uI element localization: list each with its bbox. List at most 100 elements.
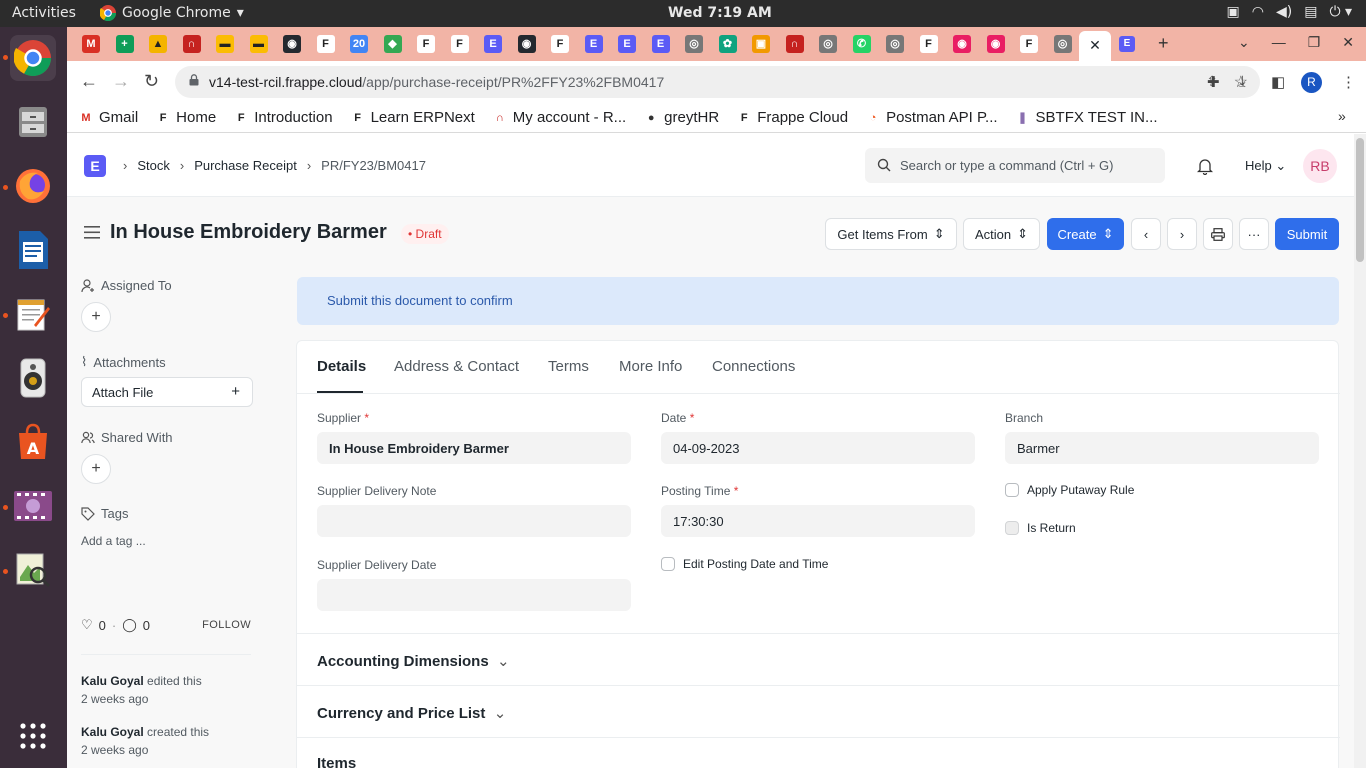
- tab-favicon[interactable]: F: [1020, 35, 1038, 53]
- heart-icon[interactable]: ♡: [81, 617, 93, 633]
- reload-icon[interactable]: ↻: [144, 71, 159, 92]
- bookmark-item[interactable]: ◔ Postman API P...: [866, 109, 998, 126]
- dock-video[interactable]: [10, 483, 56, 529]
- tab-favicon[interactable]: M: [82, 35, 100, 53]
- tab-favicon[interactable]: F: [919, 35, 938, 53]
- download-icon[interactable]: ⤓: [1239, 73, 1246, 90]
- tab-favicon[interactable]: E: [1119, 36, 1135, 52]
- supplier-field[interactable]: In House Embroidery Barmer: [317, 432, 631, 464]
- create-button[interactable]: Create ⇕: [1047, 218, 1124, 250]
- tab-search-icon[interactable]: ⌄: [1238, 34, 1250, 51]
- back-icon[interactable]: ←: [80, 71, 98, 92]
- checkbox-box[interactable]: [1005, 483, 1019, 497]
- dock-image-viewer[interactable]: [10, 547, 56, 593]
- page-scrollbar[interactable]: [1354, 134, 1366, 768]
- clock[interactable]: Wed 7:19 AM: [668, 5, 772, 21]
- more-menu-icon[interactable]: ⋮: [1341, 73, 1356, 91]
- app-logo[interactable]: E: [84, 155, 106, 177]
- extensions-icon[interactable]: ✚: [1207, 73, 1220, 91]
- bookmark-item[interactable]: M Gmail: [79, 109, 138, 126]
- tab-favicon[interactable]: ∩: [785, 35, 804, 53]
- tab-favicon[interactable]: E: [584, 35, 603, 53]
- attach-file-button[interactable]: Attach File +: [81, 377, 253, 407]
- show-apps-button[interactable]: [10, 713, 56, 759]
- tab-favicon[interactable]: ◎: [685, 35, 703, 53]
- tab-favicon[interactable]: ▬: [249, 35, 268, 53]
- active-tab[interactable]: ✕: [1079, 31, 1111, 61]
- add-assignee-button[interactable]: +: [81, 302, 111, 332]
- activities-button[interactable]: Activities: [12, 5, 76, 21]
- close-window-icon[interactable]: ✕: [1342, 34, 1354, 51]
- tab-favicon[interactable]: ✿: [718, 35, 737, 53]
- tab-favicon[interactable]: +: [115, 35, 134, 53]
- dock-software[interactable]: A: [10, 419, 56, 465]
- user-avatar[interactable]: RB: [1303, 149, 1337, 183]
- date-field[interactable]: 04-09-2023: [661, 432, 975, 464]
- bookmark-item[interactable]: ● greytHR: [644, 109, 719, 126]
- help-dropdown[interactable]: Help ⌄: [1245, 158, 1286, 174]
- dock-files[interactable]: [10, 99, 56, 145]
- edit-posting-checkbox[interactable]: Edit Posting Date and Time: [661, 557, 828, 571]
- bookmark-item[interactable]: F Introduction: [234, 109, 333, 126]
- bookmark-item[interactable]: F Learn ERPNext: [350, 109, 475, 126]
- dock-rhythmbox[interactable]: [10, 355, 56, 401]
- maximize-icon[interactable]: ❐: [1308, 34, 1321, 51]
- tab-favicon[interactable]: ∩: [182, 35, 201, 53]
- tab-favicon[interactable]: F: [417, 35, 435, 53]
- tab-favicon[interactable]: ◉: [517, 35, 536, 53]
- tab-favicon[interactable]: ▬: [216, 35, 234, 53]
- tab-favicon[interactable]: E: [618, 35, 636, 53]
- tab-favicon[interactable]: ◉: [953, 35, 971, 53]
- is-return-checkbox[interactable]: Is Return: [1005, 521, 1076, 535]
- bookmark-item[interactable]: F Home: [156, 109, 216, 126]
- supplier-delivery-note-field[interactable]: [317, 505, 631, 537]
- tab-address-contact[interactable]: Address & Contact: [394, 358, 519, 375]
- bookmark-item[interactable]: F Frappe Cloud: [737, 109, 848, 126]
- scrollbar-thumb[interactable]: [1356, 138, 1364, 262]
- tab-favicon[interactable]: F: [316, 35, 335, 53]
- tab-favicon[interactable]: E: [484, 35, 502, 53]
- address-bar[interactable]: v14-test-rcil.frappe.cloud/app/purchase-…: [175, 66, 1260, 98]
- bookmark-item[interactable]: ❚ SBTFX TEST IN...: [1015, 109, 1158, 126]
- notification-bell-icon[interactable]: [1197, 157, 1213, 175]
- breadcrumb-document[interactable]: PR/FY23/BM0417: [321, 158, 426, 173]
- branch-field[interactable]: Barmer: [1005, 432, 1319, 464]
- app-menu[interactable]: Google Chrome ▾: [100, 5, 244, 21]
- checkbox-box[interactable]: [1005, 521, 1019, 535]
- bookmark-item[interactable]: ∩ My account - R...: [492, 109, 626, 126]
- checkbox-box[interactable]: [661, 557, 675, 571]
- more-options-button[interactable]: ···: [1239, 218, 1269, 250]
- add-tag-link[interactable]: Add a tag ...: [81, 534, 146, 548]
- comment-icon[interactable]: ◯: [122, 617, 137, 633]
- tab-favicon[interactable]: ◉: [283, 35, 301, 53]
- tab-favicon[interactable]: ◎: [886, 35, 904, 53]
- supplier-delivery-date-field[interactable]: [317, 579, 631, 611]
- tab-favicon[interactable]: E: [651, 35, 670, 53]
- dock-chrome[interactable]: [10, 35, 56, 81]
- tab-favicon[interactable]: ◆: [383, 35, 402, 53]
- tab-details[interactable]: Details: [317, 358, 366, 375]
- search-input[interactable]: Search or type a command (Ctrl + G): [865, 148, 1165, 183]
- more-bookmarks-icon[interactable]: »: [1338, 108, 1346, 124]
- submit-button[interactable]: Submit: [1275, 218, 1339, 250]
- tab-favicon[interactable]: 20: [350, 35, 368, 53]
- next-doc-button[interactable]: ›: [1167, 218, 1197, 250]
- tab-favicon[interactable]: ◎: [1053, 35, 1072, 53]
- posting-time-field[interactable]: 17:30:30: [661, 505, 975, 537]
- new-tab-button[interactable]: +: [1158, 33, 1169, 54]
- side-panel-icon[interactable]: ◧: [1271, 73, 1285, 91]
- tab-favicon[interactable]: F: [551, 35, 569, 53]
- tab-favicon[interactable]: ◎: [819, 35, 837, 53]
- tab-favicon[interactable]: F: [450, 35, 469, 53]
- breadcrumb-purchase-receipt[interactable]: Purchase Receipt: [194, 158, 297, 173]
- apply-putaway-rule-checkbox[interactable]: Apply Putaway Rule: [1005, 483, 1134, 497]
- follow-button[interactable]: FOLLOW: [202, 619, 251, 631]
- tab-favicon[interactable]: ✆: [852, 35, 871, 53]
- tab-favicon[interactable]: ▲: [149, 35, 167, 53]
- close-tab-icon[interactable]: ✕: [1089, 37, 1101, 53]
- tab-more-info[interactable]: More Info: [619, 358, 682, 375]
- tab-favicon[interactable]: ◉: [986, 35, 1005, 53]
- dock-writer[interactable]: [10, 227, 56, 273]
- dock-text-editor[interactable]: [10, 291, 56, 337]
- activity-user[interactable]: Kalu Goyal: [81, 674, 144, 688]
